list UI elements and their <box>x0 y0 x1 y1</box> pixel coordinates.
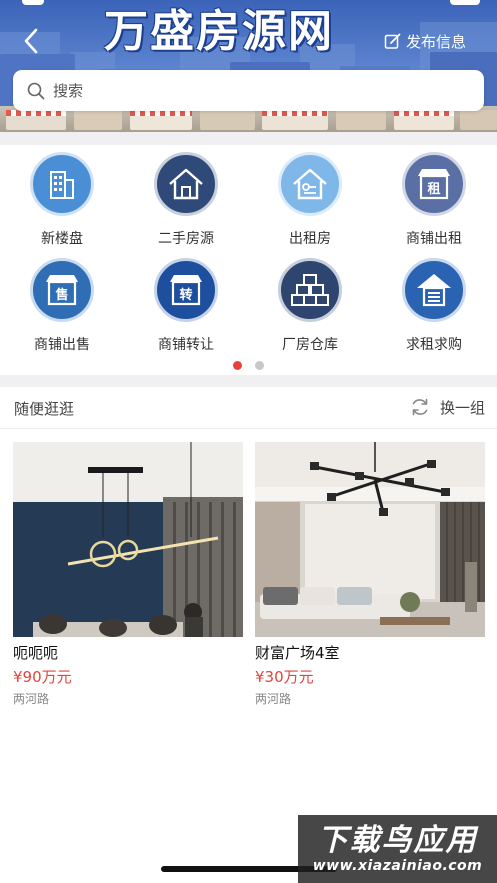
header-banner: 万盛房源网 发布信息 <box>0 0 497 132</box>
listing-price: ¥90万元 <box>13 668 72 686</box>
listing-name: 财富广场4室 <box>255 644 340 662</box>
watermark-logo: 下载鸟应用 <box>317 823 478 858</box>
category-warehouse[interactable]: 厂房仓库 <box>248 251 372 356</box>
listing-photo <box>13 442 243 637</box>
shop-sale-icon: 售 <box>30 258 94 322</box>
shopfront <box>336 110 386 130</box>
search-input[interactable] <box>53 81 453 100</box>
refresh-button[interactable]: 换一组 <box>410 396 485 418</box>
category-label: 新楼盘 <box>41 231 83 247</box>
shopfront <box>460 110 497 130</box>
divider <box>0 132 497 145</box>
listing-photo <box>255 442 485 637</box>
listing-name: 呃呃呃 <box>13 644 59 662</box>
shopfront <box>74 110 122 130</box>
listing-card[interactable]: 财富广场4室 ¥30万元 两河路 <box>255 442 485 707</box>
search-bar[interactable] <box>13 70 484 111</box>
page-dot[interactable] <box>255 361 264 370</box>
brand-title: 万盛房源网 <box>104 6 334 57</box>
category-rentals[interactable]: 出租房 <box>248 145 372 250</box>
shopfront <box>6 110 66 130</box>
listing-card[interactable]: 呃呃呃 ¥90万元 两河路 <box>13 442 243 707</box>
shopfront <box>394 110 454 130</box>
category-label: 二手房源 <box>158 231 214 247</box>
shopfront <box>262 110 328 130</box>
category-shop-sale[interactable]: 售 商铺出售 <box>0 251 124 356</box>
category-label: 商铺出售 <box>34 337 90 353</box>
category-wanted[interactable]: 求租求购 <box>372 251 496 356</box>
category-label: 求租求购 <box>406 337 462 353</box>
category-glyph: 租 <box>427 182 440 197</box>
warehouse-icon <box>278 258 342 322</box>
shopfront <box>130 110 192 130</box>
category-new-homes[interactable]: 新楼盘 <box>0 145 124 250</box>
refresh-label: 换一组 <box>439 398 485 417</box>
search-icon <box>27 82 45 99</box>
category-label: 厂房仓库 <box>282 337 338 353</box>
category-shop-transfer[interactable]: 转 商铺转让 <box>124 251 248 356</box>
refresh-icon <box>412 398 428 416</box>
publish-button[interactable]: 发布信息 <box>384 30 466 52</box>
status-notch <box>450 0 480 5</box>
publish-label: 发布信息 <box>406 32 467 51</box>
browse-header: 随便逛逛 换一组 <box>0 387 497 429</box>
shop-transfer-icon: 转 <box>154 258 218 322</box>
building-icon <box>30 152 94 216</box>
category-glyph: 售 <box>55 287 68 303</box>
watermark-url: www.xiazainiao.com <box>312 858 483 874</box>
section-title: 随便逛逛 <box>14 400 75 418</box>
listing-address: 两河路 <box>13 692 50 706</box>
watermark: 下载鸟应用 www.xiazainiao.com <box>298 815 497 883</box>
divider <box>0 375 497 387</box>
shop-rent-icon: 租 <box>402 152 466 216</box>
shopfront <box>200 110 255 130</box>
status-notch <box>22 0 44 5</box>
edit-icon <box>384 33 401 49</box>
category-second-hand[interactable]: 二手房源 <box>124 145 248 250</box>
rent-house-icon <box>278 152 342 216</box>
category-grid: 新楼盘 二手房源 出租房 租 商铺出租 售 商铺出售 转 商铺转让 厂房仓库 求… <box>0 145 497 355</box>
chevron-left-icon <box>24 28 38 54</box>
house-icon <box>154 152 218 216</box>
category-label: 商铺出租 <box>406 231 462 247</box>
category-shop-rent[interactable]: 租 商铺出租 <box>372 145 496 250</box>
listing-address: 两河路 <box>255 692 292 706</box>
category-glyph: 转 <box>179 287 192 303</box>
back-button[interactable] <box>16 26 46 56</box>
upload-house-icon <box>402 258 466 322</box>
page-indicator <box>0 361 497 371</box>
listing-price: ¥30万元 <box>255 668 314 686</box>
category-label: 商铺转让 <box>158 337 214 353</box>
category-label: 出租房 <box>289 231 331 247</box>
page-dot-active[interactable] <box>233 361 242 370</box>
